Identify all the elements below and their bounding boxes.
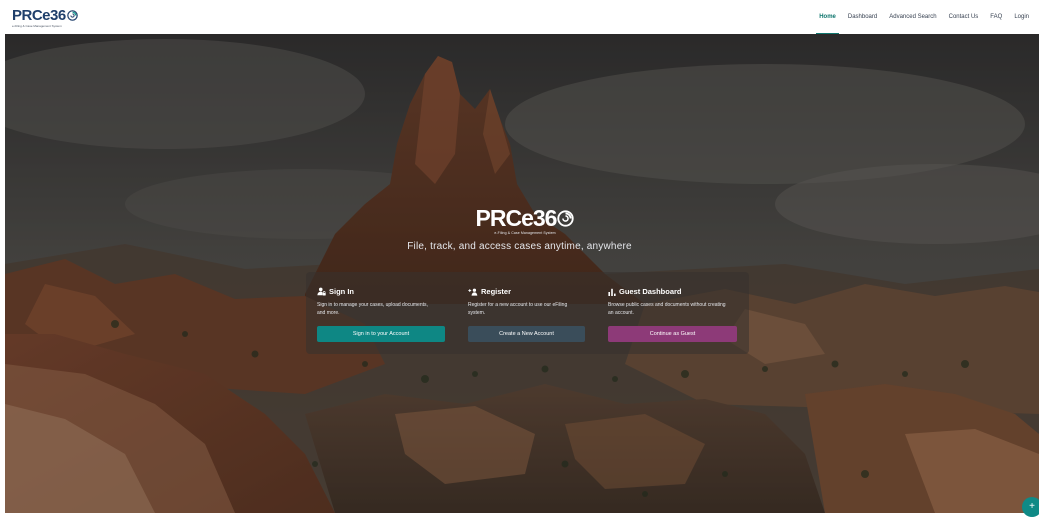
register-title-text: Register — [481, 287, 512, 296]
bar-chart-icon — [608, 288, 616, 296]
main-nav: Home Dashboard Advanced Search Contact U… — [816, 0, 1029, 34]
nav-contact-us[interactable]: Contact Us — [949, 0, 979, 34]
register-card: Register Register for a new account to u… — [468, 272, 585, 354]
register-title: Register — [468, 287, 511, 296]
hero-logo-subtitle: e-Filing & Case Management System — [494, 231, 556, 235]
logo-swirl-icon — [66, 10, 78, 21]
register-description: Register for a new account to use our eF… — [468, 302, 568, 316]
logo-wordmark: PRCe36 — [12, 8, 82, 23]
hero-logo-swirl-icon — [557, 210, 575, 227]
site-logo[interactable]: PRCe36 e-Filing & Case Management System — [12, 8, 82, 32]
user-plus-icon — [468, 288, 478, 296]
hero-brand-logo: PRCe36 e-Filing & Case Management System — [470, 207, 580, 235]
signin-card: Sign In Sign in to manage your cases, up… — [317, 272, 445, 354]
nav-advanced-search[interactable]: Advanced Search — [889, 0, 936, 34]
signin-description: Sign in to manage your cases, upload doc… — [317, 302, 428, 316]
guest-description: Browse public cases and documents withou… — [608, 302, 726, 316]
create-account-button[interactable]: Create a New Account — [468, 326, 585, 342]
hero-tagline: File, track, and access cases anytime, a… — [407, 241, 632, 252]
guest-card: Guest Dashboard Browse public cases and … — [608, 272, 737, 354]
floating-add-button[interactable]: + — [1022, 497, 1039, 517]
top-navigation-bar: PRCe36 e-Filing & Case Management System… — [0, 0, 1039, 34]
signin-button[interactable]: Sign in to your Account — [317, 326, 445, 342]
nav-dashboard[interactable]: Dashboard — [848, 0, 877, 34]
user-lock-icon — [317, 287, 326, 296]
hero-logo-text: PRCe36 — [475, 205, 558, 231]
logo-text: PRCe36 — [12, 7, 66, 24]
action-panel: Sign In Sign in to manage your cases, up… — [306, 272, 749, 354]
nav-faq[interactable]: FAQ — [990, 0, 1002, 34]
nav-home[interactable]: Home — [816, 0, 839, 34]
guest-title: Guest Dashboard — [608, 287, 682, 296]
continue-guest-button[interactable]: Continue as Guest — [608, 326, 737, 342]
logo-subtitle: e-Filing & Case Management System — [12, 24, 62, 28]
signin-title-text: Sign In — [329, 287, 354, 296]
hero-logo-wordmark: PRCe36 — [470, 207, 580, 230]
guest-title-text: Guest Dashboard — [619, 287, 682, 296]
nav-login[interactable]: Login — [1014, 0, 1029, 34]
signin-title: Sign In — [317, 287, 354, 296]
